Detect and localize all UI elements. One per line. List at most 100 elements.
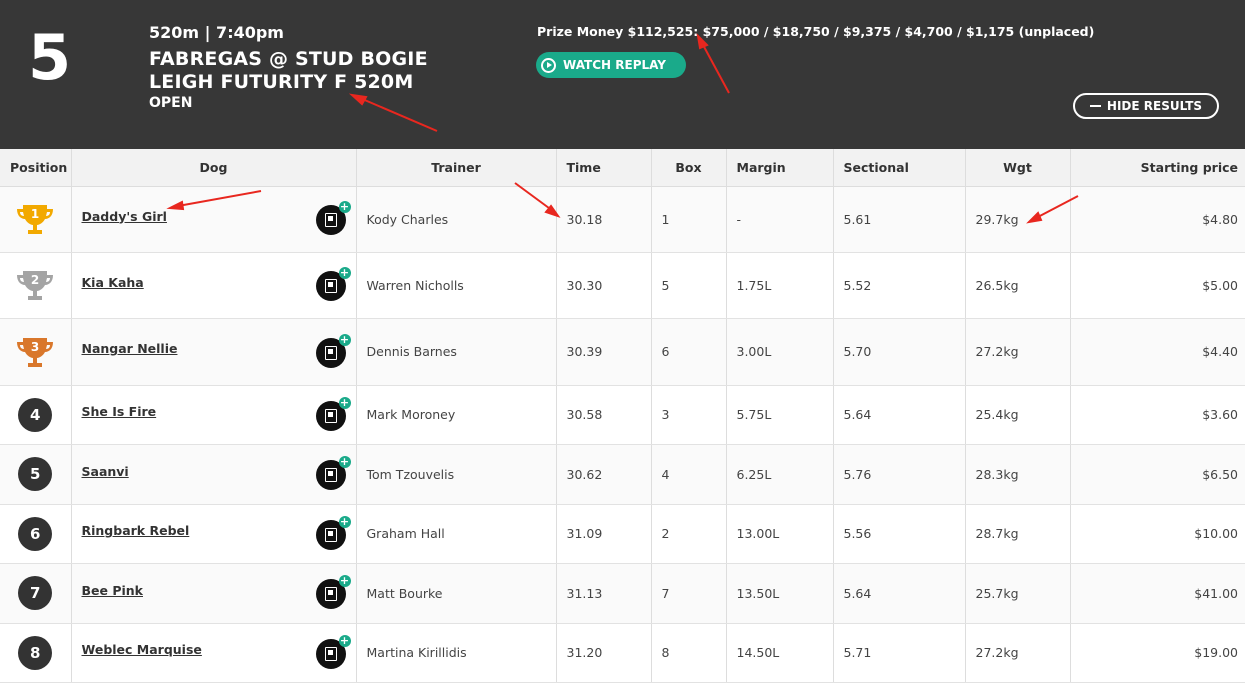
- row-starting-price: $41.00: [1070, 563, 1245, 624]
- row-margin: 6.25L: [726, 444, 834, 505]
- row-sectional: 5.64: [833, 385, 966, 445]
- trophy-icon: 2: [17, 271, 54, 300]
- table-row: 1 Daddy's Girl + Kody Charles 30.18 1-5.61 29.…: [0, 186, 1245, 253]
- form-guide-icon: [324, 527, 337, 542]
- form-guide-button[interactable]: +: [315, 267, 351, 301]
- header-box: Box: [651, 149, 727, 187]
- table-header-row: Position Dog Trainer Time Box Margin Sec…: [0, 149, 1245, 187]
- dog-cell: She Is Fire +: [71, 385, 357, 445]
- form-guide-icon: [324, 213, 337, 227]
- dog-cell: Daddy's Girl +: [71, 186, 357, 253]
- row-margin: 13.00L: [726, 504, 834, 564]
- header-dog: Dog: [71, 149, 357, 187]
- position-badge: 4: [18, 397, 53, 432]
- trophy-number: 2: [31, 273, 39, 287]
- row-sectional: 5.71: [833, 623, 966, 683]
- plus-icon: +: [338, 633, 351, 647]
- form-guide-button[interactable]: +: [315, 515, 351, 550]
- dog-name-link[interactable]: Kia Kaha: [82, 275, 144, 290]
- table-row: 2 Kia Kaha + Warren Nicholls 30.30 5 1.75L 5.52…: [0, 252, 1245, 319]
- row-time: 30.58: [556, 385, 652, 445]
- watch-replay-label: WATCH REPLAY: [563, 58, 666, 72]
- dog-name-link[interactable]: She Is Fire: [82, 404, 157, 419]
- position-cell: 4: [0, 385, 72, 445]
- row-time: 30.30: [556, 252, 652, 319]
- row-box: 5: [651, 252, 727, 319]
- row-sectional: 5.52: [833, 252, 966, 319]
- dog-name-link[interactable]: Daddy's Girl: [82, 209, 167, 224]
- row-box: 3: [651, 385, 727, 445]
- row-starting-price: $19.00: [1070, 623, 1245, 683]
- trophy-icon: 3: [17, 337, 54, 367]
- row-starting-price: $4.80: [1070, 186, 1245, 253]
- row-box: 6: [651, 318, 727, 386]
- plus-icon: +: [338, 266, 351, 279]
- table-row: 4 She Is Fire + Mark Moroney 30.58 3 5.75L 5.64…: [0, 385, 1245, 445]
- results-table: Position Dog Trainer Time Box Margin Sec…: [0, 149, 1245, 683]
- row-starting-price: $5.00: [1070, 252, 1245, 319]
- row-weight: 25.7kg: [965, 563, 1071, 624]
- play-icon: [541, 57, 556, 73]
- race-title-line1: FABREGAS @ STUD BOGIE: [149, 48, 428, 70]
- header-sectional: Sectional: [833, 149, 966, 187]
- form-guide-button[interactable]: +: [315, 575, 351, 609]
- race-title-line2: LEIGH FUTURITY F 520M: [149, 71, 414, 93]
- dog-cell: Kia Kaha +: [71, 252, 357, 319]
- row-weight: 27.2kg: [965, 623, 1071, 683]
- position-cell: 7: [0, 563, 72, 624]
- row-margin: 1.75L: [726, 252, 834, 319]
- position-cell: 6: [0, 504, 72, 564]
- form-guide-button[interactable]: +: [315, 333, 351, 368]
- row-time: 30.62: [556, 444, 652, 505]
- table-row: 3 Nangar Nellie + Dennis Barnes 30.39 6 3.00L 5…: [0, 318, 1245, 386]
- row-weight: 26.5kg: [965, 252, 1071, 319]
- form-guide-button[interactable]: +: [315, 201, 351, 235]
- form-guide-icon: [324, 279, 337, 293]
- form-guide-button[interactable]: +: [315, 456, 351, 490]
- row-time: 30.18: [556, 186, 652, 253]
- form-guide-button[interactable]: +: [315, 634, 351, 669]
- race-title: FABREGAS @ STUD BOGIE LEIGH FUTURITY F 5…: [149, 48, 428, 94]
- table-row: 8 Weblec Marquise + Martina Kirillidis 31.20…: [0, 623, 1245, 683]
- plus-icon: +: [338, 514, 351, 528]
- row-trainer: Tom Tzouvelis: [356, 444, 557, 505]
- race-class: OPEN: [149, 95, 193, 111]
- plus-icon: +: [338, 455, 351, 468]
- dog-name-link[interactable]: Nangar Nellie: [82, 341, 178, 356]
- row-box: 4: [651, 444, 727, 505]
- hide-results-button[interactable]: HIDE RESULTS: [1073, 93, 1219, 119]
- position-cell: 8: [0, 623, 72, 683]
- form-guide-icon: [324, 408, 337, 423]
- row-trainer: Mark Moroney: [356, 385, 557, 445]
- dog-name-link[interactable]: Weblec Marquise: [82, 642, 202, 657]
- header-weight: Wgt: [965, 149, 1071, 187]
- dog-name-link[interactable]: Saanvi: [82, 464, 129, 479]
- row-starting-price: $6.50: [1070, 444, 1245, 505]
- dog-name-link[interactable]: Bee Pink: [82, 583, 144, 598]
- header-position: Position: [0, 149, 72, 187]
- row-margin: -: [726, 186, 834, 253]
- race-header: 5 520m | 7:40pm FABREGAS @ STUD BOGIE LE…: [0, 0, 1245, 149]
- position-cell: 5: [0, 444, 72, 505]
- row-time: 30.39: [556, 318, 652, 386]
- row-time: 31.13: [556, 563, 652, 624]
- row-trainer: Warren Nicholls: [356, 252, 557, 319]
- dog-cell: Weblec Marquise +: [71, 623, 357, 683]
- results-body: 1 Daddy's Girl + Kody Charles 30.18 1-5.61 29.…: [0, 186, 1245, 683]
- watch-replay-button[interactable]: WATCH REPLAY: [536, 52, 686, 78]
- dog-name-link[interactable]: Ringbark Rebel: [82, 523, 190, 538]
- row-weight: 28.3kg: [965, 444, 1071, 505]
- row-margin: 5.75L: [726, 385, 834, 445]
- row-trainer: Martina Kirillidis: [356, 623, 557, 683]
- row-sectional: 5.70: [833, 318, 966, 386]
- race-distance-time: 520m | 7:40pm: [149, 23, 284, 42]
- table-row: 5 Saanvi + Tom Tzouvelis 30.62 4 6.25L 5.76 28.3…: [0, 444, 1245, 505]
- row-starting-price: $4.40: [1070, 318, 1245, 386]
- table-row: 7 Bee Pink + Matt Bourke 31.13 7 13.50L 5.64 25.…: [0, 563, 1245, 624]
- row-trainer: Graham Hall: [356, 504, 557, 564]
- dog-cell: Nangar Nellie +: [71, 318, 357, 386]
- position-cell: 1: [0, 186, 72, 253]
- position-badge: 6: [18, 516, 53, 551]
- row-time: 31.09: [556, 504, 652, 564]
- form-guide-button[interactable]: +: [315, 396, 351, 431]
